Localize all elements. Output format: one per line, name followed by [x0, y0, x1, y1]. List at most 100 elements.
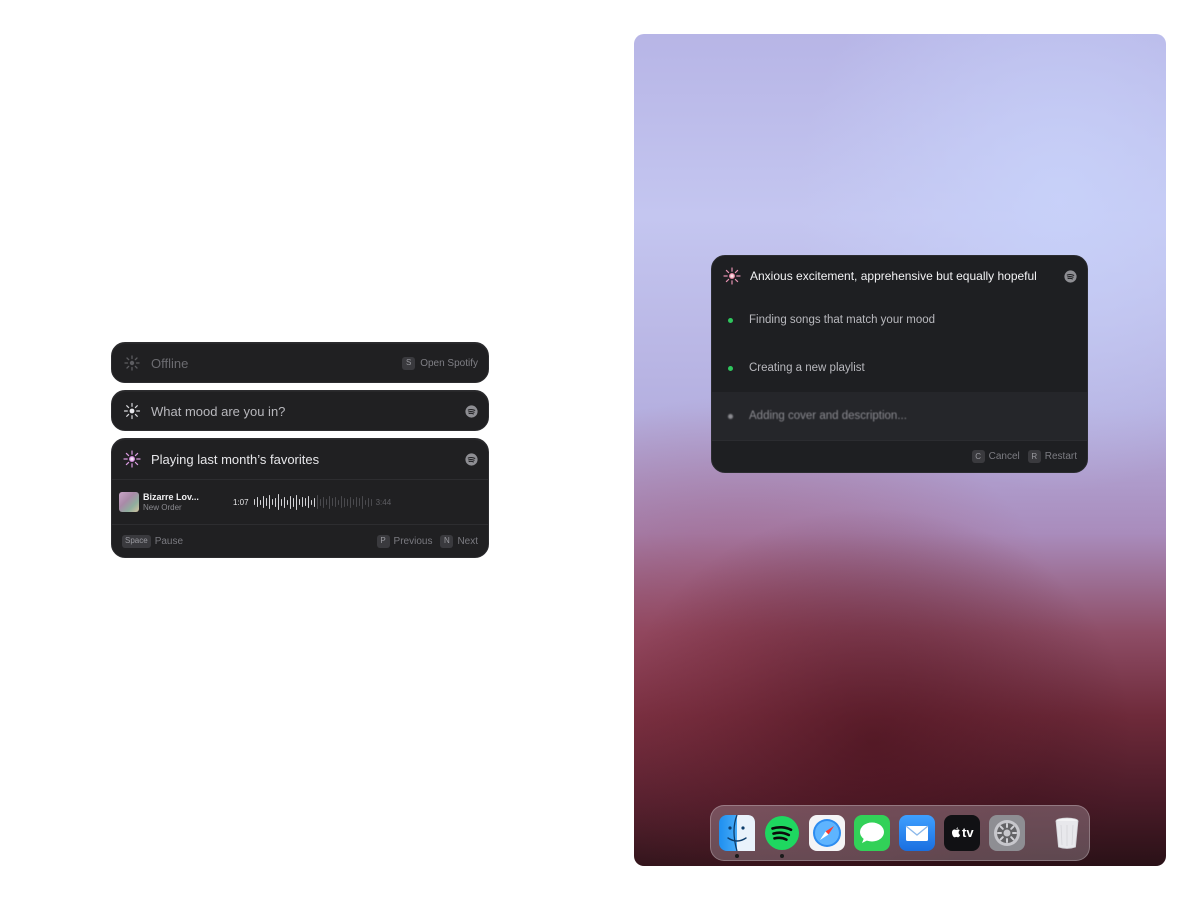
- next-key: N: [440, 534, 454, 548]
- track-title: Bizarre Lov...: [143, 492, 199, 502]
- running-indicator: [735, 854, 739, 858]
- spotify-icon: [465, 452, 478, 466]
- step-label: Adding cover and description...: [749, 410, 907, 422]
- waveform-bar: [370, 498, 372, 506]
- step-done-dot: [728, 317, 733, 323]
- waveform-bar: [259, 499, 261, 505]
- playlist-progress-panel: Anxious excitement, apprehensive but equ…: [711, 255, 1088, 473]
- dock-settings[interactable]: [989, 815, 1025, 851]
- running-indicator: [780, 854, 784, 858]
- waveform-bar: [316, 495, 318, 509]
- assistant-logo-icon: [122, 449, 142, 469]
- waveform-bar: [262, 496, 264, 508]
- open-spotify-label: Open Spotify: [420, 357, 478, 369]
- finder-icon: [719, 815, 755, 851]
- waveform-bar: [337, 499, 339, 505]
- track-artist: New Order: [143, 503, 182, 512]
- now-playing-title: Playing last month’s favorites: [151, 451, 320, 467]
- tv-label: tv: [962, 825, 974, 840]
- waveform-scrubber[interactable]: [253, 492, 372, 512]
- pause-label: Pause: [154, 535, 184, 547]
- waveform-bar: [307, 496, 309, 508]
- waveform-bar: [364, 499, 366, 505]
- waveform-bar: [277, 494, 279, 510]
- pause-control[interactable]: Space Pause: [122, 534, 184, 548]
- step-item-active: Adding cover and description...: [712, 392, 1087, 440]
- dock-finder[interactable]: [719, 815, 755, 858]
- waveform-bar: [319, 498, 321, 506]
- mood-panel[interactable]: What mood are you in?: [111, 390, 489, 431]
- mood-title: Anxious excitement, apprehensive but equ…: [750, 269, 1037, 283]
- waveform-bar: [256, 497, 258, 507]
- step-progress-dot: [728, 413, 733, 419]
- waveform-bar: [322, 496, 324, 508]
- dock-spotify[interactable]: [764, 815, 800, 858]
- waveform-bar: [334, 497, 336, 507]
- cancel-control[interactable]: C Cancel: [971, 450, 1020, 463]
- now-playing-panel: Playing last month’s favorites Bizarre L…: [111, 438, 489, 558]
- waveform-bar: [355, 497, 357, 507]
- track-duration: 3:44: [375, 497, 392, 507]
- waveform-bar: [340, 496, 342, 508]
- waveform-bar: [286, 499, 288, 505]
- waveform-bar: [301, 497, 303, 507]
- waveform-bar: [298, 499, 300, 505]
- mood-row[interactable]: What mood are you in?: [112, 391, 488, 431]
- safari-icon: [809, 815, 845, 851]
- assistant-logo-icon: [122, 401, 142, 421]
- pause-key: Space: [122, 534, 151, 548]
- waveform-bar: [283, 496, 285, 508]
- playlist-progress-controls: C Cancel R Restart: [712, 440, 1087, 472]
- step-item: Creating a new playlist: [712, 344, 1087, 392]
- waveform-bar: [349, 496, 351, 508]
- mood-prompt[interactable]: What mood are you in?: [151, 404, 465, 419]
- waveform-bar: [346, 498, 348, 506]
- cancel-label: Cancel: [988, 451, 1020, 462]
- offline-label: Offline: [151, 355, 189, 371]
- waveform-bar: [313, 497, 315, 507]
- waveform-bar: [271, 499, 273, 505]
- assistant-logo-icon: [722, 266, 742, 286]
- player-controls: Space Pause P Previous N Next: [112, 525, 488, 557]
- dock-safari[interactable]: [809, 815, 845, 851]
- waveform-bar: [304, 498, 306, 506]
- step-label: Creating a new playlist: [749, 362, 865, 374]
- open-spotify-key: S: [402, 356, 416, 370]
- next-control[interactable]: N Next: [440, 534, 478, 548]
- dock-trash[interactable]: [1049, 815, 1085, 851]
- dock: tv: [710, 805, 1090, 861]
- settings-icon: [989, 815, 1025, 851]
- mail-icon: [899, 815, 935, 851]
- offline-panel: Offline S Open Spotify: [111, 342, 489, 383]
- waveform-bar: [367, 497, 369, 507]
- waveform-bar: [325, 499, 327, 505]
- assistant-logo-icon: [122, 353, 142, 373]
- offline-row: Offline S Open Spotify: [112, 343, 488, 383]
- open-spotify-hint[interactable]: S Open Spotify: [402, 356, 478, 370]
- previous-control[interactable]: P Previous: [376, 534, 432, 548]
- step-item: Finding songs that match your mood: [712, 296, 1087, 344]
- elapsed-time: 1:07: [233, 497, 249, 507]
- waveform-bar: [292, 497, 294, 507]
- restart-control[interactable]: R Restart: [1027, 450, 1077, 463]
- restart-label: Restart: [1044, 451, 1077, 462]
- waveform-bar: [352, 499, 354, 505]
- appletv-icon: tv: [944, 815, 980, 851]
- restart-key: R: [1027, 450, 1041, 463]
- cancel-key: C: [971, 450, 985, 463]
- waveform-bar: [289, 495, 291, 509]
- previous-key: P: [376, 534, 390, 548]
- waveform-bar: [328, 495, 330, 509]
- next-label: Next: [457, 535, 478, 547]
- waveform-bar: [265, 498, 267, 506]
- player-row: Bizarre Lov... New Order 1:07 3:44: [112, 480, 488, 524]
- waveform-bar: [343, 497, 345, 507]
- dock-messages[interactable]: [854, 815, 890, 851]
- dock-tv[interactable]: tv: [944, 815, 980, 851]
- waveform-bar: [268, 495, 270, 509]
- dock-mail[interactable]: [899, 815, 935, 851]
- now-playing-header: Playing last month’s favorites: [112, 439, 488, 479]
- album-art[interactable]: [119, 492, 139, 512]
- waveform-bar: [310, 499, 312, 505]
- waveform-bar: [361, 495, 363, 509]
